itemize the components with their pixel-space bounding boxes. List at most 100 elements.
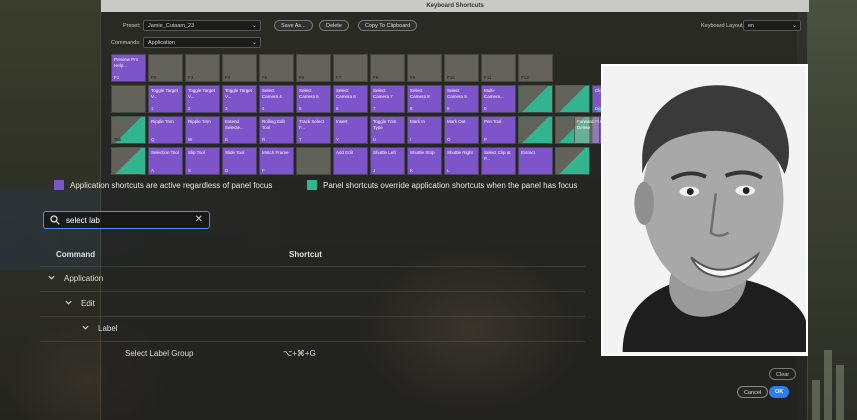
key-cap: J bbox=[373, 167, 376, 173]
keyboard-key[interactable]: Multi-Camera... 0 bbox=[481, 85, 516, 113]
keyboard-key[interactable] bbox=[518, 85, 553, 113]
application-swatch bbox=[54, 180, 64, 190]
keyboard-key[interactable]: Select Clip at P... bbox=[481, 147, 516, 175]
keyboard-layout-label: Keyboard Layout: bbox=[701, 23, 745, 29]
save-as-button[interactable]: Save As... bbox=[274, 20, 313, 31]
keyboard-key[interactable]: Select Camera 5 5 bbox=[296, 85, 331, 113]
preset-select[interactable]: Jamie_Cutaam_23 ⌄ bbox=[143, 20, 261, 31]
keyboard-key[interactable]: Shuttle Stop K bbox=[407, 147, 442, 175]
table-row[interactable]: Application bbox=[40, 266, 585, 290]
keyboard-key[interactable] bbox=[555, 85, 590, 113]
shortcut-value: ⌥+⌘+G bbox=[283, 349, 316, 358]
keyboard-key[interactable]: Pen Tool P bbox=[481, 116, 516, 144]
keyboard-key[interactable] bbox=[111, 147, 146, 175]
key-label: Toggle Trim Type bbox=[373, 119, 397, 130]
keyboard-key[interactable]: Preview Pro Help... F1 bbox=[111, 54, 146, 82]
table-row[interactable]: Label bbox=[40, 316, 585, 340]
keyboard-layout-select[interactable]: en ⌄ bbox=[743, 20, 801, 31]
table-header: Command Shortcut bbox=[40, 244, 577, 266]
command-label: Edit bbox=[81, 299, 95, 308]
key-cap: Q bbox=[151, 136, 155, 142]
keyboard-key[interactable] bbox=[111, 85, 146, 113]
keyboard-key[interactable]: Tab bbox=[111, 116, 146, 144]
keyboard-key[interactable]: Shuttle Right L bbox=[444, 147, 479, 175]
commands-value: Application bbox=[148, 40, 175, 46]
preset-label: Preset: bbox=[123, 23, 141, 29]
keyboard-key[interactable]: F2 bbox=[148, 54, 183, 82]
key-forward-delete[interactable]: Forward Delete bbox=[574, 116, 600, 144]
preset-row: Preset: Jamie_Cutaam_23 ⌄ Save As... Del… bbox=[101, 20, 807, 34]
keyboard-key[interactable]: Select Camera 6 6 bbox=[333, 85, 368, 113]
ok-button[interactable]: OK bbox=[769, 386, 790, 398]
keyboard-key[interactable]: F3 bbox=[185, 54, 220, 82]
key-cap: F3 bbox=[188, 74, 194, 80]
keyboard-key[interactable]: Extend Selecte... E bbox=[222, 116, 257, 144]
chevron-down-icon[interactable] bbox=[48, 274, 55, 281]
chevron-down-icon[interactable] bbox=[65, 299, 72, 306]
clear-button[interactable]: Clear bbox=[769, 368, 797, 380]
close-icon[interactable]: ✕ bbox=[195, 214, 203, 225]
keyboard-key[interactable]: Match Frame F bbox=[259, 147, 294, 175]
chevron-down-icon: ⌄ bbox=[251, 23, 257, 29]
keyboard-key[interactable]: F5 bbox=[259, 54, 294, 82]
keyboard-key[interactable]: F12 bbox=[518, 54, 553, 82]
keyboard-key[interactable]: Insert Y bbox=[333, 116, 368, 144]
cancel-button[interactable]: Cancel bbox=[737, 386, 769, 398]
keyboard-key[interactable]: F7 bbox=[333, 54, 368, 82]
key-cap: F1 bbox=[114, 74, 120, 80]
keyboard-key[interactable]: Select Camera 7 7 bbox=[370, 85, 405, 113]
key-label: Select Camera 8 bbox=[410, 88, 430, 99]
keyboard-key[interactable]: F8 bbox=[370, 54, 405, 82]
keyboard-key[interactable]: Select Camera 8 8 bbox=[407, 85, 442, 113]
keyboard-key[interactable] bbox=[518, 116, 553, 144]
search-field[interactable]: ✕ bbox=[43, 211, 210, 229]
keyboard-key[interactable]: Mark In I bbox=[407, 116, 442, 144]
keyboard-key[interactable]: Toggle Target V... 1 bbox=[148, 85, 183, 113]
key-cap: F9 bbox=[410, 74, 416, 80]
copy-to-clipboard-button[interactable]: Copy To Clipboard bbox=[358, 20, 418, 31]
key-cap: F5 bbox=[262, 74, 268, 80]
keyboard-key[interactable]: Ripple Trim W bbox=[185, 116, 220, 144]
key-label: Ripple Trim bbox=[151, 119, 174, 124]
keyboard-key[interactable] bbox=[555, 147, 590, 175]
delete-button[interactable]: Delete bbox=[319, 20, 349, 31]
keyboard-key[interactable]: F4 bbox=[222, 54, 257, 82]
keyboard-key[interactable]: Ripple Trim Q bbox=[148, 116, 183, 144]
keyboard-key[interactable]: Selection Tool A bbox=[148, 147, 183, 175]
key-cap: F4 bbox=[225, 74, 231, 80]
application-legend-text: Application shortcuts are active regardl… bbox=[70, 181, 273, 190]
keyboard-key[interactable]: Rolling Edit Tool R bbox=[259, 116, 294, 144]
keyboard-key[interactable]: F6 bbox=[296, 54, 331, 82]
column-header-shortcut: Shortcut bbox=[289, 250, 322, 259]
chevron-down-icon[interactable] bbox=[82, 324, 89, 331]
keyboard-key[interactable]: Toggle Trim Type U bbox=[370, 116, 405, 144]
key-cap: L bbox=[447, 167, 450, 173]
keyboard-key[interactable]: Shuttle Left J bbox=[370, 147, 405, 175]
bar bbox=[836, 365, 844, 420]
table-row[interactable]: Select Label Group ⌥+⌘+G bbox=[40, 341, 585, 365]
keyboard-key[interactable]: Slip Tool S bbox=[185, 147, 220, 175]
keyboard-key[interactable] bbox=[296, 147, 331, 175]
keyboard-key[interactable]: Select Camera 9 9 bbox=[444, 85, 479, 113]
presenter-portrait bbox=[603, 66, 806, 353]
commands-label: Commands: bbox=[111, 40, 141, 46]
search-input[interactable] bbox=[66, 214, 186, 227]
keyboard-key[interactable]: Extract bbox=[518, 147, 553, 175]
key-cap: U bbox=[373, 136, 377, 142]
table-row[interactable]: Edit bbox=[40, 291, 585, 315]
window-title: Keyboard Shortcuts bbox=[101, 0, 809, 12]
bar bbox=[824, 350, 832, 420]
keyboard-key[interactable]: Add Edit bbox=[333, 147, 368, 175]
keyboard-key[interactable]: Toggle Target V... 3 bbox=[222, 85, 257, 113]
keyboard-key[interactable]: Slide Tool D bbox=[222, 147, 257, 175]
keyboard-key[interactable]: Select Camera 4 4 bbox=[259, 85, 294, 113]
key-label: Multi-Camera... bbox=[484, 88, 504, 99]
commands-select[interactable]: Application ⌄ bbox=[143, 37, 261, 48]
keyboard-key[interactable]: F9 bbox=[407, 54, 442, 82]
keyboard-key[interactable]: F11 bbox=[481, 54, 516, 82]
keyboard-key[interactable]: Mark Out O bbox=[444, 116, 479, 144]
key-cap: F bbox=[262, 167, 265, 173]
keyboard-key[interactable]: F10 bbox=[444, 54, 479, 82]
keyboard-key[interactable]: Track Select F... T bbox=[296, 116, 331, 144]
keyboard-key[interactable]: Toggle Target V... 2 bbox=[185, 85, 220, 113]
